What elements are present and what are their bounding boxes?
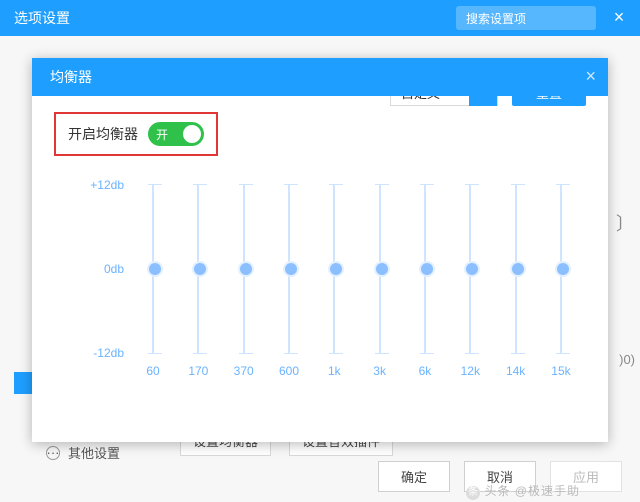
freq-label: 600 bbox=[279, 364, 299, 378]
db-label-top: +12db bbox=[90, 178, 124, 192]
stray-bracket: 〕 bbox=[616, 210, 634, 236]
freq-label: 12k bbox=[461, 364, 480, 378]
slider-track bbox=[469, 184, 471, 354]
slider-track bbox=[243, 184, 245, 354]
slider-track bbox=[288, 184, 290, 354]
watermark: 条头条 @极速手助 bbox=[466, 482, 580, 500]
slider-handle[interactable] bbox=[328, 261, 344, 277]
modal-close-icon[interactable]: × bbox=[585, 66, 596, 87]
modal-header: 均衡器 × bbox=[32, 58, 608, 96]
toggle-knob bbox=[183, 125, 201, 143]
eq-slider-170[interactable]: 170 bbox=[179, 184, 217, 384]
enable-equalizer-box: 开启均衡器 开 bbox=[54, 112, 218, 156]
slider-handle[interactable] bbox=[147, 261, 163, 277]
equalizer-sliders: +12db 0db -12db 60 170 370 600 1k 3k 6k 12k 14k 1… bbox=[54, 184, 586, 384]
db-axis: +12db 0db -12db bbox=[54, 184, 134, 364]
slider-handle[interactable] bbox=[283, 261, 299, 277]
slider-track bbox=[152, 184, 154, 354]
slider-handle[interactable] bbox=[464, 261, 480, 277]
freq-label: 3k bbox=[373, 364, 386, 378]
settings-title: 选项设置 bbox=[14, 8, 70, 28]
eq-slider-370[interactable]: 370 bbox=[225, 184, 263, 384]
sidebar-active-indicator bbox=[14, 372, 32, 394]
slider-track bbox=[424, 184, 426, 354]
watermark-icon: 条 bbox=[466, 486, 480, 500]
settings-header: 选项设置 搜索设置项 × bbox=[0, 0, 640, 36]
freq-label: 60 bbox=[146, 364, 159, 378]
slider-track bbox=[197, 184, 199, 354]
slider-track bbox=[333, 184, 335, 354]
eq-slider-600[interactable]: 600 bbox=[270, 184, 308, 384]
freq-label: 170 bbox=[188, 364, 208, 378]
eq-slider-14k[interactable]: 14k bbox=[497, 184, 535, 384]
slider-track bbox=[379, 184, 381, 354]
eq-slider-12k[interactable]: 12k bbox=[451, 184, 489, 384]
search-box[interactable]: 搜索设置项 bbox=[456, 6, 596, 30]
slider-handle[interactable] bbox=[374, 261, 390, 277]
dots-icon: ··· bbox=[46, 446, 60, 460]
ok-button[interactable]: 确定 bbox=[378, 461, 450, 492]
slider-handle[interactable] bbox=[192, 261, 208, 277]
slider-handle[interactable] bbox=[238, 261, 254, 277]
enable-toggle[interactable]: 开 bbox=[148, 122, 204, 146]
slider-handle[interactable] bbox=[555, 261, 571, 277]
slider-handle[interactable] bbox=[510, 261, 526, 277]
search-placeholder: 搜索设置项 bbox=[466, 10, 526, 27]
slider-track bbox=[560, 184, 562, 354]
slider-handle[interactable] bbox=[419, 261, 435, 277]
slider-track bbox=[515, 184, 517, 354]
eq-slider-60[interactable]: 60 bbox=[134, 184, 172, 384]
eq-slider-3k[interactable]: 3k bbox=[361, 184, 399, 384]
eq-slider-6k[interactable]: 6k bbox=[406, 184, 444, 384]
db-label-bot: -12db bbox=[93, 346, 124, 360]
enable-label: 开启均衡器 bbox=[68, 124, 138, 144]
freq-label: 6k bbox=[419, 364, 432, 378]
equalizer-modal: 均衡器 × 开启均衡器 开 自定义 ▾ 重置 +12db 0db -12db bbox=[32, 58, 608, 442]
eq-slider-1k[interactable]: 1k bbox=[315, 184, 353, 384]
freq-label: 370 bbox=[234, 364, 254, 378]
db-label-mid: 0db bbox=[104, 262, 124, 276]
eq-slider-15k[interactable]: 15k bbox=[542, 184, 580, 384]
freq-label: 1k bbox=[328, 364, 341, 378]
toggle-state: 开 bbox=[156, 126, 168, 143]
stray-text: )0) bbox=[619, 352, 635, 367]
freq-label: 15k bbox=[551, 364, 570, 378]
close-icon[interactable]: × bbox=[610, 8, 628, 26]
freq-label: 14k bbox=[506, 364, 525, 378]
modal-title: 均衡器 bbox=[50, 67, 92, 87]
